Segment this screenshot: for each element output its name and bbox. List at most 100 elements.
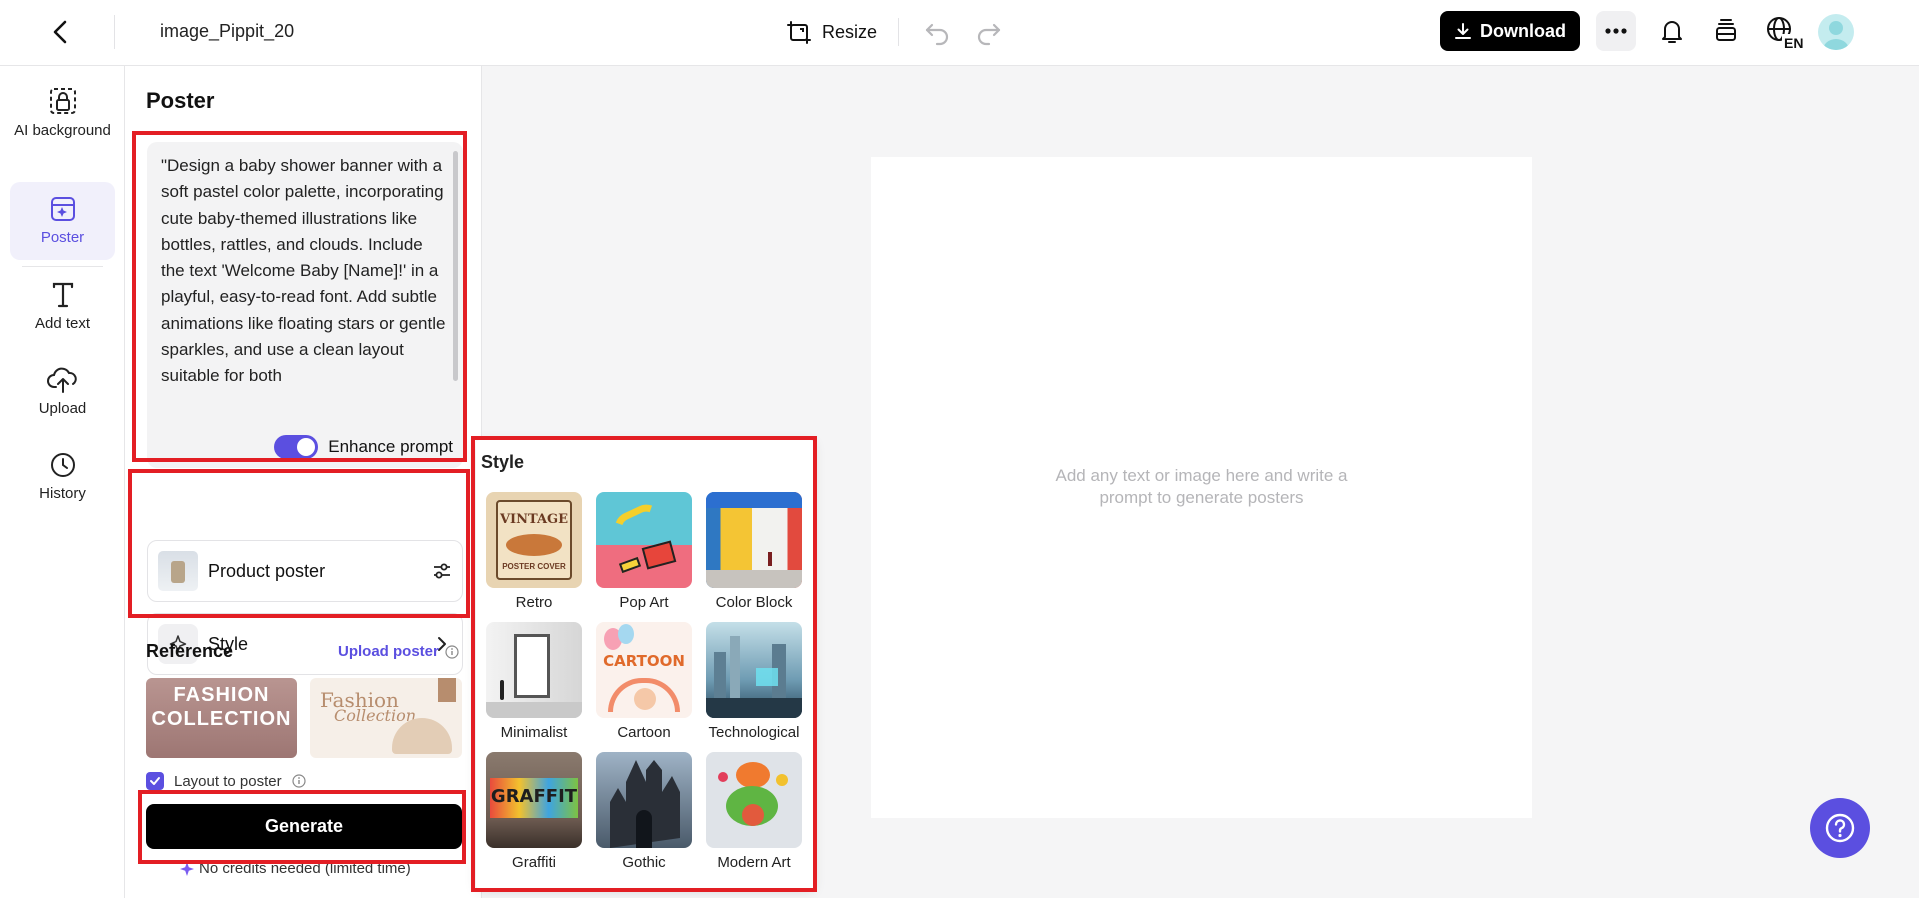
enhance-prompt-toggle[interactable]: [274, 435, 319, 459]
nav-label: Add text: [34, 315, 91, 332]
style-thumbnail-pop-art: [596, 492, 692, 588]
style-thumbnail-technological: [706, 622, 802, 718]
nav-label: History: [39, 485, 86, 502]
panel-title: Poster: [146, 88, 215, 113]
layout-to-poster-row[interactable]: Layout to poster: [146, 772, 306, 790]
redo-icon[interactable]: [972, 16, 1004, 48]
poster-canvas[interactable]: Add any text or image here and write a p…: [871, 157, 1532, 818]
poster-type-label: Product poster: [208, 560, 326, 581]
style-option-label: Gothic: [622, 854, 666, 871]
nav-item-history[interactable]: History: [10, 438, 115, 516]
text-icon: [52, 282, 73, 308]
reference-image-fashion-collection[interactable]: FASHION COLLECTION: [146, 678, 297, 758]
style-popup: Style VINTAGE POSTER COVER Retro Pop Art…: [476, 440, 814, 889]
nav-label: Poster: [40, 229, 85, 246]
style-option-label: Graffiti: [512, 854, 556, 871]
style-option-label: Pop Art: [619, 594, 669, 611]
style-option-retro[interactable]: VINTAGE POSTER COVER Retro: [486, 492, 582, 611]
generate-button[interactable]: Generate: [146, 804, 462, 849]
resize-button[interactable]: Resize: [786, 17, 877, 47]
style-option-modern-art[interactable]: Modern Art: [706, 752, 802, 871]
style-option-graffiti[interactable]: GRAFFIT Graffiti: [486, 752, 582, 871]
upload-poster-link[interactable]: Upload poster: [338, 643, 459, 660]
bell-icon[interactable]: [1656, 15, 1688, 47]
layers-stack-icon[interactable]: [1710, 15, 1742, 47]
poster-panel: Poster "Design a baby shower banner with…: [125, 66, 482, 898]
style-option-cartoon[interactable]: CARTOON Cartoon: [596, 622, 692, 741]
style-option-gothic[interactable]: Gothic: [596, 752, 692, 871]
nav-item-ai-background[interactable]: AI background: [10, 74, 115, 152]
thumb-text: VINTAGE: [499, 512, 569, 527]
document-title[interactable]: image_Pippit_20: [160, 21, 294, 42]
layout-to-poster-label: Layout to poster: [174, 772, 282, 790]
nav-item-add-text[interactable]: Add text: [10, 268, 115, 346]
style-option-label: Technological: [708, 724, 800, 741]
cloud-upload-icon: [46, 367, 77, 393]
poster-sparkle-icon: [50, 197, 75, 221]
ref-text: COLLECTION: [151, 708, 292, 730]
more-dots-icon: [1605, 28, 1627, 34]
style-option-label: Cartoon: [617, 724, 671, 741]
question-mark-icon: [1825, 813, 1855, 843]
canvas-hint-line: Add any text or image here and write a: [1055, 466, 1348, 485]
ref-text: Collection: [334, 706, 417, 725]
thumb-text: GRAFFIT: [490, 786, 578, 807]
style-thumbnail-cartoon: CARTOON: [596, 622, 692, 718]
lock-dashed-icon: [49, 88, 76, 114]
style-thumbnail-retro: VINTAGE POSTER COVER: [486, 492, 582, 588]
more-options-button[interactable]: [1596, 11, 1636, 51]
layout-to-poster-checkbox[interactable]: [146, 772, 164, 790]
style-option-label: Color Block: [715, 594, 793, 611]
resize-icon: [787, 21, 811, 44]
sparkle-icon: [180, 861, 194, 876]
nav-label: AI background: [14, 122, 111, 139]
thumb-text: CARTOON: [603, 652, 685, 670]
prompt-text[interactable]: "Design a baby shower banner with a soft…: [161, 153, 446, 417]
back-arrow-icon[interactable]: [46, 17, 76, 47]
canvas-hint: Add any text or image here and write a p…: [871, 465, 1532, 509]
thumb-text: POSTER COVER: [502, 562, 566, 571]
style-option-label: Retro: [515, 594, 553, 611]
top-bar: image_Pippit_20 Resize Download EN: [0, 0, 1919, 66]
style-option-label: Minimalist: [500, 724, 568, 741]
undo-icon[interactable]: [922, 16, 954, 48]
poster-type-selector[interactable]: Product poster: [147, 540, 463, 602]
style-thumbnail-color-block: [706, 492, 802, 588]
style-option-color-block[interactable]: Color Block: [706, 492, 802, 611]
language-globe-icon[interactable]: EN: [1764, 14, 1804, 51]
style-thumbnail-minimalist: [486, 622, 582, 718]
sliders-icon[interactable]: [432, 561, 452, 581]
nav-divider: [22, 266, 103, 267]
product-poster-thumbnail: [158, 551, 198, 591]
prompt-textarea[interactable]: "Design a baby shower banner with a soft…: [147, 142, 463, 468]
clock-icon: [50, 453, 75, 477]
download-button[interactable]: Download: [1440, 11, 1580, 51]
help-button[interactable]: [1810, 798, 1870, 858]
reference-image-fashion-collection-2[interactable]: Fashion Collection: [310, 678, 462, 758]
ref-decoration: [438, 678, 456, 702]
style-thumbnail-graffiti: GRAFFIT: [486, 752, 582, 848]
credits-note-text: No credits needed (limited time): [199, 860, 411, 877]
info-icon[interactable]: [291, 774, 306, 788]
style-popup-title: Style: [481, 452, 525, 472]
enhance-prompt-label: Enhance prompt: [328, 437, 453, 456]
nav-label: Upload: [38, 400, 87, 417]
nav-item-poster[interactable]: Poster: [10, 182, 115, 260]
enhance-prompt-row: Enhance prompt: [274, 435, 453, 459]
info-icon[interactable]: [445, 644, 459, 659]
divider: [898, 18, 899, 46]
nav-item-upload[interactable]: Upload: [10, 353, 115, 431]
avatar[interactable]: [1818, 14, 1854, 50]
credits-note: No credits needed (limited time): [180, 860, 411, 877]
style-option-minimalist[interactable]: Minimalist: [486, 622, 582, 741]
reference-label: Reference: [146, 641, 234, 661]
style-thumbnail-gothic: [596, 752, 692, 848]
style-thumbnail-modern-art: [706, 752, 802, 848]
upload-poster-label: Upload poster: [338, 643, 439, 660]
language-badge: EN: [1784, 35, 1803, 50]
style-option-pop-art[interactable]: Pop Art: [596, 492, 692, 611]
style-option-technological[interactable]: Technological: [706, 622, 802, 741]
divider: [114, 15, 115, 49]
prompt-scrollbar[interactable]: [453, 151, 458, 381]
download-label: Download: [1480, 20, 1566, 41]
